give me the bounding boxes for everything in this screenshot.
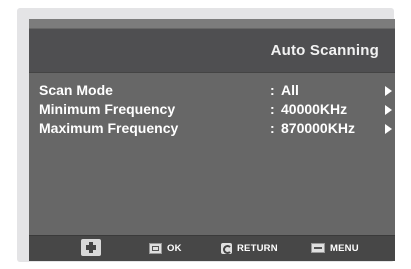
return-label: RETURN — [237, 242, 278, 254]
menu-item-maximum-frequency[interactable]: Maximum Frequency : 870000KHz — [29, 120, 395, 140]
menu-item-label: Maximum Frequency — [39, 120, 179, 136]
ok-label: OK — [167, 242, 182, 254]
menu-item-colon: : — [270, 120, 275, 136]
arrow-right-icon — [385, 105, 392, 115]
osd-footer: OK RETURN MENU — [29, 235, 395, 261]
osd-panel: Auto Scanning Scan Mode : All Minimum Fr… — [29, 19, 395, 261]
page-title: Auto Scanning — [270, 42, 379, 59]
menu-item-colon: : — [270, 82, 275, 98]
menu-item-value: 40000KHz — [281, 101, 348, 117]
menu-icon — [311, 243, 325, 253]
arrow-right-icon — [385, 86, 392, 96]
return-hint[interactable]: RETURN — [221, 241, 278, 255]
osd-header: Auto Scanning — [29, 29, 395, 73]
menu-item-minimum-frequency[interactable]: Minimum Frequency : 40000KHz — [29, 101, 395, 121]
menu-item-value: All — [281, 82, 299, 98]
ok-icon — [149, 242, 162, 254]
menu-hint[interactable]: MENU — [311, 241, 359, 255]
return-icon — [221, 242, 232, 254]
ok-hint[interactable]: OK — [149, 241, 182, 255]
navigate-icon — [81, 238, 101, 256]
menu-item-label: Scan Mode — [39, 82, 113, 98]
arrow-right-icon — [385, 124, 392, 134]
menu-item-colon: : — [270, 101, 275, 117]
menu-item-label: Minimum Frequency — [39, 101, 176, 117]
osd-top-strip — [29, 19, 395, 28]
menu-item-scan-mode[interactable]: Scan Mode : All — [29, 82, 395, 102]
menu-item-value: 870000KHz — [281, 120, 355, 136]
menu-label: MENU — [330, 242, 359, 254]
navigate-hint — [81, 238, 106, 256]
